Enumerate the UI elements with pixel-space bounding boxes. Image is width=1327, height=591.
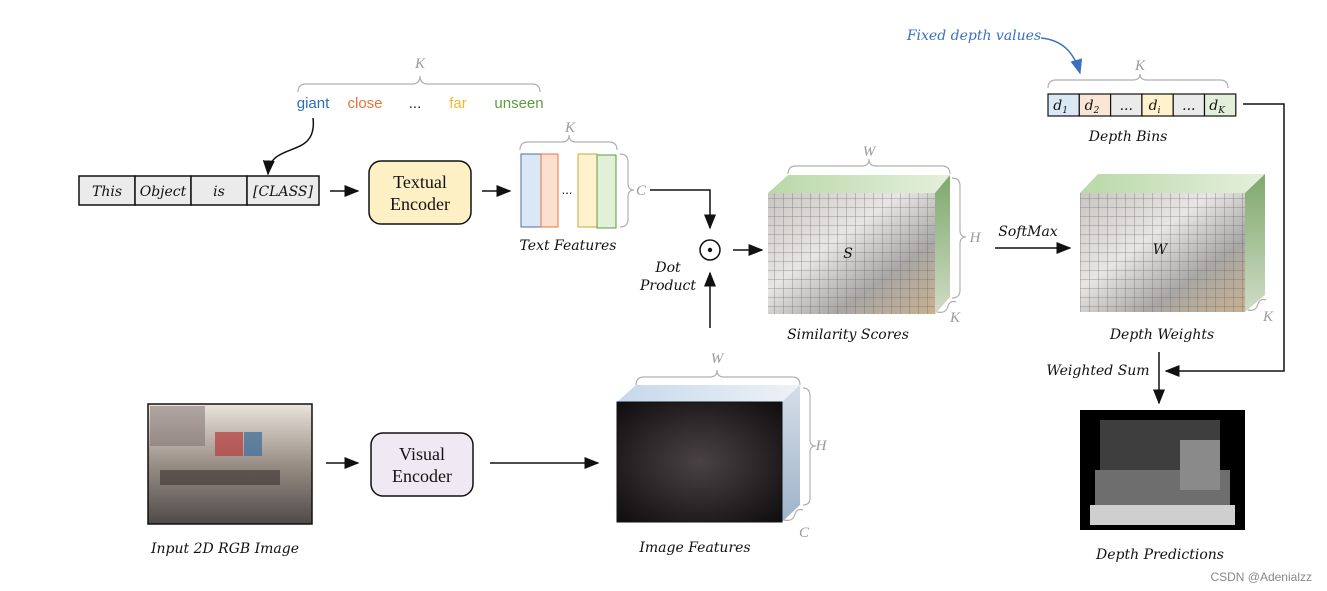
- k-brace: [1047, 73, 1229, 89]
- svg-text:Image Features: Image Features: [638, 540, 750, 556]
- fixed-depth-annotation: Fixed depth values: [906, 28, 1041, 44]
- arrow: [650, 189, 716, 230]
- prompt-token: Object: [140, 184, 187, 200]
- svg-text:C: C: [636, 183, 647, 199]
- svg-text:W: W: [863, 144, 877, 160]
- prompt-token: [CLASS]: [253, 184, 314, 200]
- svg-text:...: ...: [562, 182, 573, 197]
- svg-text:Depth Weights: Depth Weights: [1109, 327, 1214, 343]
- svg-text:K: K: [1262, 309, 1274, 325]
- class-word: far: [449, 95, 467, 112]
- svg-text:Encoder: Encoder: [392, 466, 452, 486]
- depth-bins: d1 d2... di... dK: [1047, 93, 1237, 117]
- prompt-template: This Object is [CLASS]: [78, 175, 320, 206]
- weighted-sum-label: Weighted Sum: [1046, 363, 1149, 379]
- depth-bins-caption: Depth Bins: [1088, 129, 1168, 145]
- svg-text:Encoder: Encoder: [390, 194, 450, 214]
- prompt-token: is: [213, 184, 225, 200]
- watermark: CSDN @Adenialzz: [1210, 570, 1312, 584]
- image-features-cube: W H C Image Features: [616, 351, 828, 556]
- svg-text:W: W: [1153, 242, 1169, 258]
- svg-text:W: W: [711, 351, 725, 367]
- svg-text:Depth Predictions: Depth Predictions: [1095, 547, 1224, 563]
- svg-text:Input 2D RGB Image: Input 2D RGB Image: [150, 541, 299, 557]
- prompt-token: This: [92, 184, 122, 200]
- similarity-scores-cube: W S H K Similarity Scores: [768, 144, 982, 343]
- depth-bin-label: ...: [1120, 98, 1133, 114]
- svg-text:Similarity Scores: Similarity Scores: [787, 327, 909, 343]
- depth-prediction-image: Depth Predictions: [1080, 410, 1245, 563]
- svg-text:Text Features: Text Features: [520, 238, 617, 254]
- k-label: K: [1134, 58, 1146, 74]
- svg-text:H: H: [969, 230, 982, 246]
- k-label: K: [414, 56, 426, 72]
- depth-bin-label: ...: [1182, 98, 1195, 114]
- softmax-label: SoftMax: [998, 224, 1058, 240]
- class-word-list: giant close... far unseen: [297, 95, 544, 112]
- k-brace: [297, 75, 541, 93]
- textual-encoder: Textual Encoder: [368, 160, 472, 225]
- class-word: close: [347, 95, 382, 112]
- depth-weights-cube: W K Depth Weights: [1080, 174, 1274, 343]
- text-features: K ... C Text Features: [519, 120, 647, 254]
- svg-text:S: S: [843, 246, 853, 262]
- svg-text:Visual: Visual: [399, 444, 445, 464]
- visual-encoder: Visual Encoder: [370, 432, 474, 497]
- class-word: giant: [297, 95, 330, 112]
- depth-pipeline-diagram: K giant close... far unseen This Object is [CL…: [78, 28, 1312, 584]
- svg-text:Dot: Dot: [654, 260, 681, 276]
- svg-text:K: K: [949, 310, 961, 326]
- svg-text:Textual: Textual: [393, 172, 447, 192]
- input-rgb-image: Input 2D RGB Image: [147, 403, 313, 557]
- svg-text:H: H: [815, 438, 828, 454]
- class-word: ...: [409, 95, 422, 112]
- annotation-arrow: [1040, 37, 1083, 75]
- svg-text:C: C: [799, 525, 810, 541]
- svg-text:Product: Product: [639, 278, 696, 294]
- svg-text:K: K: [564, 120, 576, 136]
- curved-arrow: [262, 117, 314, 176]
- class-word: unseen: [494, 95, 543, 112]
- dot-product-operator: Dot Product: [639, 239, 721, 294]
